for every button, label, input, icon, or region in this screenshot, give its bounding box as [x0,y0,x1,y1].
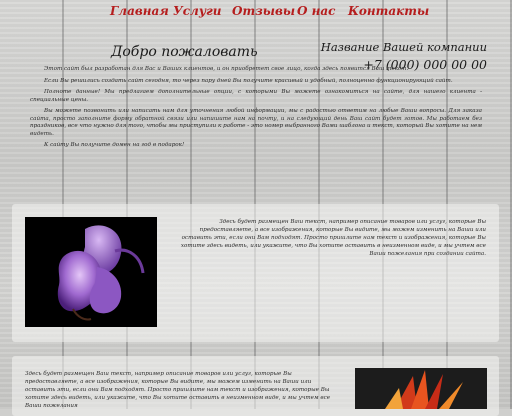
intro-paragraph: Этот сайт был разработан для Вас и Ваших… [44,66,409,72]
nav-link-contacts[interactable]: Контакты [348,2,429,20]
intro-paragraph: Если Вы решились создать сайт сегодня, т… [44,77,453,84]
purple-flower-graphic [25,217,157,327]
red-flower-image [355,368,487,409]
nav-link-reviews[interactable]: Отзывы [232,2,295,20]
intro-text: Этот сайт был разработан для Вас и Ваших… [30,66,482,154]
company-name: Название Вашей компании [320,40,487,54]
nav-link-home[interactable]: Главная [110,2,169,20]
main-nav: Главная Услуги Отзывы О нас Контакты [0,2,512,22]
panel-2-text: Здесь будет размещен Ваш текст, например… [25,371,331,409]
nav-link-services[interactable]: Услуги [173,2,221,20]
panel-1-text: Здесь будет размещен Ваш текст, например… [180,219,486,257]
red-flower-graphic [355,368,487,409]
welcome-heading: Добро пожаловать [111,44,258,60]
intro-paragraph: Вы можете позвонить или написать нам для… [30,108,482,137]
purple-flower-image [25,217,157,327]
nav-link-about[interactable]: О нас [297,2,335,20]
intro-paragraph: Полноте данные! Мы предлагаем дополнител… [30,89,482,103]
intro-paragraph: К сайту Вы получите домен на год в подар… [44,142,185,148]
